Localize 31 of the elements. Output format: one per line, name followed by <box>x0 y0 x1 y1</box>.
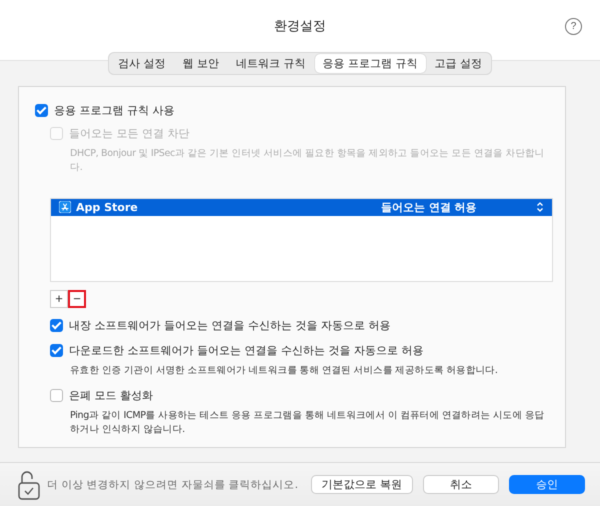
tab[interactable]: 네트워크 규칙 <box>228 54 314 73</box>
tab[interactable]: 응용 프로그램 규칙 <box>314 54 426 73</box>
window-title: 환경설정 <box>274 18 326 35</box>
checkbox[interactable] <box>35 104 48 118</box>
checkbox-label: 다운로드한 소프트웨어가 들어오는 연결을 수신하는 것을 자동으로 허용 <box>69 342 424 358</box>
lock-hint-text: 더 이상 변경하지 않으려면 자물쇠를 클릭하십시오. <box>47 478 300 492</box>
checkbox[interactable] <box>50 388 63 402</box>
footer-button[interactable]: 취소 <box>423 475 499 494</box>
checkbox-label: 응용 프로그램 규칙 사용 <box>54 103 174 118</box>
description-text: DHCP, Bonjour 및 IPSec과 같은 기본 인터넷 서비스에 필요한 항목을 제외하고 들어오는 모든 연결을 차단합니다. <box>70 147 546 176</box>
remove-button[interactable]: − <box>68 290 86 308</box>
add-button[interactable]: + <box>50 290 68 308</box>
tab[interactable]: 검사 설정 <box>110 54 174 73</box>
checkbox-label: 내장 소프트웨어가 들어오는 연결을 수신하는 것을 자동으로 허용 <box>69 318 390 333</box>
footer-button[interactable]: 승인 <box>509 475 585 494</box>
checkbox-label: 들어오는 모든 연결 차단 <box>69 126 190 142</box>
tab[interactable]: 웹 보안 <box>174 54 227 73</box>
description-text: Ping과 같이 ICMP를 사용하는 테스트 응용 프로그램을 통해 네트워크에서 이 컴퓨터에 연결하려는 시도에 응답하거나 인식하지 않습니다. <box>70 408 546 438</box>
app-store-icon <box>59 201 71 214</box>
app-row[interactable]: App Store 들어오는 연결 허용 <box>51 198 552 216</box>
rule-selector[interactable]: 들어오는 연결 허용 <box>381 200 531 215</box>
up-down-icon <box>536 201 544 214</box>
checkbox-label: 은폐 모드 활성화 <box>69 388 153 403</box>
help-button[interactable]: ? <box>565 18 582 35</box>
checkbox[interactable] <box>50 344 63 357</box>
description-text: 유효한 인증 기관이 서명한 소프트웨어가 네트워크를 통해 연결된 서비스를 제공하도록 허용합니다. <box>70 364 499 378</box>
app-name: App Store <box>76 200 139 214</box>
unlocked-padlock-icon[interactable] <box>18 470 40 500</box>
footer-button[interactable]: 기본값으로 복원 <box>310 475 413 494</box>
checkbox[interactable] <box>50 318 63 332</box>
tab[interactable]: 고급 설정 <box>426 54 490 73</box>
